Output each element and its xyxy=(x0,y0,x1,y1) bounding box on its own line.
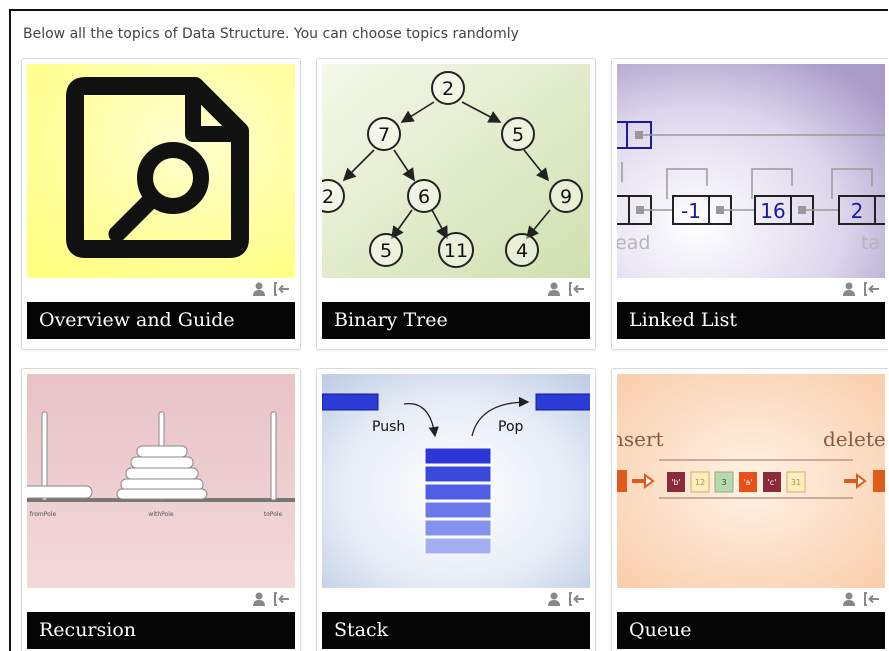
pole-label: withPole xyxy=(148,511,173,518)
card-meta xyxy=(842,591,880,607)
topic-title[interactable]: Binary Tree xyxy=(322,302,590,339)
user-icon xyxy=(548,592,560,606)
tree-node: 9 xyxy=(560,186,572,208)
sign-in-icon[interactable] xyxy=(274,282,290,296)
queue-item: 'b' xyxy=(671,478,680,487)
sign-in-icon[interactable] xyxy=(569,592,585,606)
topic-title[interactable]: Queue xyxy=(617,612,885,649)
binary-tree-icon: 2 7 5 2 6 9 5 11 4 xyxy=(322,64,590,278)
tree-node: 2 xyxy=(442,78,454,100)
sign-in-icon[interactable] xyxy=(864,282,880,296)
insert-label: nsert xyxy=(617,427,664,451)
user-icon xyxy=(843,282,855,296)
queue-item: 12 xyxy=(695,478,705,487)
topic-card-binary-tree[interactable]: 2 7 5 2 6 9 5 11 4 Binary Tree xyxy=(316,58,596,350)
card-meta xyxy=(252,591,290,607)
tree-node: 5 xyxy=(380,240,392,262)
card-meta xyxy=(547,281,585,297)
list-label: ta xyxy=(861,232,880,254)
list-value: 16 xyxy=(760,199,785,223)
sign-in-icon[interactable] xyxy=(569,282,585,296)
topic-card-linked-list[interactable]: -1 16 2 ead ta Linked List xyxy=(611,58,888,350)
card-meta xyxy=(252,281,290,297)
list-label: ead xyxy=(617,232,650,254)
queue-item: 'c' xyxy=(768,478,777,487)
sign-in-icon[interactable] xyxy=(274,592,290,606)
pole-label: toPole xyxy=(264,511,283,518)
queue-icon: nsert delete 'b' 12 3 'a' xyxy=(617,374,885,588)
push-label: Push xyxy=(372,419,405,435)
stack-icon: Push Pop xyxy=(322,374,590,588)
card-meta xyxy=(842,281,880,297)
tree-node: 5 xyxy=(512,124,524,146)
pole-label: fromPole xyxy=(30,511,57,518)
user-icon xyxy=(548,282,560,296)
tree-node: 11 xyxy=(444,240,468,262)
tower-of-hanoi-icon: fromPole withPole toPole xyxy=(27,374,295,588)
tree-node: 6 xyxy=(418,186,430,208)
pop-label: Pop xyxy=(498,419,524,435)
document-search-icon xyxy=(27,64,295,278)
topic-card-stack[interactable]: Push Pop Stack xyxy=(316,368,596,651)
queue-item: 'a' xyxy=(743,478,752,487)
topic-card-recursion[interactable]: fromPole withPole toPole Recursion xyxy=(21,368,301,651)
tree-node: 7 xyxy=(378,124,390,146)
sign-in-icon[interactable] xyxy=(864,592,880,606)
list-value: -1 xyxy=(681,199,701,223)
tree-node: 2 xyxy=(322,186,334,208)
list-value: 2 xyxy=(851,199,864,223)
tree-node: 4 xyxy=(516,240,528,262)
user-icon xyxy=(253,282,265,296)
user-icon xyxy=(843,592,855,606)
topics-panel: Below all the topics of Data Structure. … xyxy=(9,9,888,651)
topic-title[interactable]: Overview and Guide xyxy=(27,302,295,339)
card-meta xyxy=(547,591,585,607)
intro-text: Below all the topics of Data Structure. … xyxy=(23,26,519,42)
topic-title[interactable]: Linked List xyxy=(617,302,885,339)
user-icon xyxy=(253,592,265,606)
linked-list-icon: -1 16 2 ead ta xyxy=(617,64,885,278)
delete-label: delete xyxy=(823,427,885,451)
topic-title[interactable]: Stack xyxy=(322,612,590,649)
topic-card-queue[interactable]: nsert delete 'b' 12 3 'a' xyxy=(611,368,888,651)
queue-item: 31 xyxy=(791,478,801,487)
topic-card-overview[interactable]: Overview and Guide xyxy=(21,58,301,350)
queue-item: 3 xyxy=(721,478,726,487)
topic-title[interactable]: Recursion xyxy=(27,612,295,649)
